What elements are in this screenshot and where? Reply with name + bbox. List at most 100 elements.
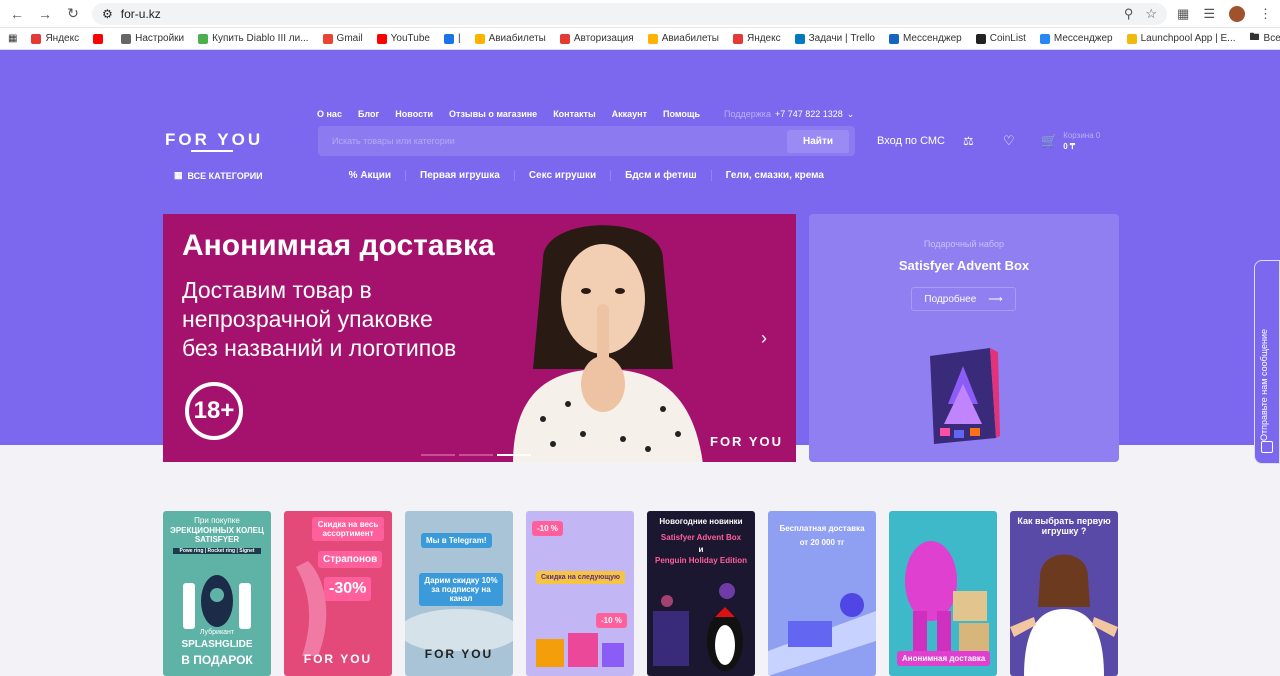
apps-icon[interactable]: ▦: [8, 33, 17, 44]
top-nav: О нас Блог Новости Отзывы о магазине Контакт…: [317, 109, 700, 119]
url-text: for-u.kz: [120, 6, 161, 21]
hero-banner[interactable]: Анонимная доставка Доставим товар в непр…: [163, 214, 796, 462]
bookmark-item[interactable]: Мессенджер: [1039, 33, 1113, 44]
slider-dot[interactable]: [459, 454, 493, 456]
support-phone[interactable]: Поддержка +7 747 822 1328 ⌄: [724, 109, 854, 120]
bookmark-item[interactable]: CoinList: [975, 33, 1026, 44]
tab-search-icon[interactable]: ☰: [1203, 6, 1215, 22]
top-nav-link[interactable]: Контакты: [553, 109, 595, 119]
bookmark-favicon-icon: [376, 33, 387, 44]
all-categories-button[interactable]: ▦ ВСЕ КАТЕГОРИИ: [174, 170, 263, 181]
bookmark-item[interactable]: Авиабилеты: [474, 33, 546, 44]
top-nav-link[interactable]: Помощь: [663, 109, 700, 119]
folder-icon: 🖿: [1249, 32, 1260, 43]
category-link[interactable]: Первая игрушка: [406, 170, 515, 181]
bookmark-item[interactable]: Launchpool App | E...: [1126, 33, 1236, 44]
promo-card[interactable]: Подарочный набор Satisfyer Advent Box По…: [809, 214, 1119, 462]
bookmark-favicon-icon: [1039, 33, 1050, 44]
story-card[interactable]: Как выбрать первую игрушку ?: [1010, 511, 1118, 676]
age-restriction-badge: 18+: [185, 382, 243, 440]
key-icon[interactable]: ⚲: [1124, 6, 1134, 22]
bookmark-item[interactable]: Мессенджер: [888, 33, 962, 44]
story-card[interactable]: -10 % Скидка на следующую -10 %: [526, 511, 634, 676]
bookmark-favicon-icon: [794, 33, 805, 44]
top-nav-link[interactable]: Новости: [395, 109, 433, 119]
address-bar[interactable]: ⚙ for-u.kz ⚲ ☆: [92, 2, 1168, 25]
advent-box-image: [930, 348, 1000, 444]
promo-caption: Подарочный набор: [923, 239, 1005, 249]
category-link[interactable]: Секс игрушки: [515, 170, 612, 181]
star-icon[interactable]: ☆: [1145, 6, 1157, 22]
story-card[interactable]: Новогодние новинки Satisfyer Advent Box …: [647, 511, 755, 676]
story-card[interactable]: Мы в Telegram! Дарим скидку 10% за подпи…: [405, 511, 513, 676]
story-card[interactable]: При покупке ЭРЕКЦИОННЫХ КОЛЕЦ SATISFYER …: [163, 511, 271, 676]
promo-title: Satisfyer Advent Box: [898, 258, 1030, 273]
product-ring-image: [183, 575, 251, 629]
profile-avatar[interactable]: [1229, 5, 1245, 22]
browser-toolbar: ← → ↻ ⚙ for-u.kz ⚲ ☆ ▦ ☰ ⋮: [0, 0, 1280, 28]
login-link[interactable]: Вход по СМС: [877, 135, 945, 147]
story-card[interactable]: Анонимная доставка: [889, 511, 997, 676]
chat-widget-label: Отправьте нам сообщение: [1259, 328, 1269, 441]
bookmark-item[interactable]: Авторизация: [559, 33, 634, 44]
bookmark-item[interactable]: [93, 33, 107, 44]
slider-dot[interactable]: [421, 454, 455, 456]
bookmark-item[interactable]: |: [443, 33, 461, 44]
category-link[interactable]: % Акции: [335, 170, 406, 181]
bookmark-favicon-icon: [647, 33, 658, 44]
chat-widget[interactable]: Отправьте нам сообщение: [1254, 260, 1280, 464]
category-link[interactable]: Гели, смазки, крема: [712, 170, 838, 181]
bookmark-item[interactable]: Gmail: [322, 33, 363, 44]
category-link[interactable]: Бдсм и фетиш: [611, 170, 712, 181]
top-nav-link[interactable]: О нас: [317, 109, 342, 119]
bookmark-favicon-icon: [888, 33, 899, 44]
search-bar[interactable]: Искать товары или категории Найти: [318, 126, 855, 156]
bookmarks-bar: ▦ Яндекс Настройки Купить Diablo III ли...…: [0, 28, 1280, 50]
banner-woman-image: [513, 225, 703, 462]
grid-icon: ▦: [174, 170, 183, 180]
back-icon[interactable]: ←: [8, 5, 26, 23]
product-image: [296, 561, 327, 656]
decorative-shape: [405, 609, 513, 651]
search-button[interactable]: Найти: [787, 129, 849, 153]
cart-icon: 🛒: [1041, 133, 1058, 148]
forward-icon[interactable]: →: [36, 5, 54, 23]
bookmark-item[interactable]: Яндекс: [732, 33, 781, 44]
heart-icon[interactable]: ♡: [1003, 133, 1015, 149]
woman-illustration: [1010, 554, 1118, 676]
bookmark-item[interactable]: Настройки: [121, 33, 184, 44]
banner-subtitle: Доставим товар в непрозрачной упаковке б…: [182, 277, 457, 361]
more-button[interactable]: Подробнее ⟶: [911, 287, 1016, 311]
chat-icon: [1261, 441, 1273, 453]
bookmark-item[interactable]: Задачи | Trello: [794, 33, 875, 44]
site-logo[interactable]: FOR YOU: [165, 130, 263, 150]
compare-icon[interactable]: ⚖: [963, 134, 974, 148]
bookmark-item[interactable]: Авиабилеты: [647, 33, 719, 44]
top-nav-link[interactable]: Отзывы о магазине: [449, 109, 537, 119]
search-input[interactable]: Искать товары или категории: [332, 136, 787, 146]
banner-brand: FOR YOU: [710, 434, 783, 449]
bookmark-favicon-icon: [121, 33, 132, 44]
top-nav-link[interactable]: Аккаунт: [612, 109, 647, 119]
bookmark-item[interactable]: Яндекс: [31, 33, 79, 44]
top-nav-link[interactable]: Блог: [358, 109, 379, 119]
extensions-icon[interactable]: ▦: [1177, 6, 1189, 22]
reload-icon[interactable]: ↻: [64, 5, 82, 23]
bookmark-favicon-icon: [474, 33, 485, 44]
site-info-icon[interactable]: ⚙: [102, 7, 113, 21]
slider-dots[interactable]: [421, 454, 531, 456]
cart[interactable]: 🛒 Корзина 0 0 ₸: [1041, 130, 1100, 152]
bookmark-item[interactable]: YouTube: [376, 33, 430, 44]
story-card[interactable]: Скидка на весь ассортимент Страпонов -30…: [284, 511, 392, 676]
slider-dot-active[interactable]: [497, 454, 531, 456]
menu-icon[interactable]: ⋮: [1259, 6, 1272, 22]
bookmarks-folder[interactable]: 🖿 Все закладки: [1250, 30, 1280, 47]
bookmark-item[interactable]: Купить Diablo III ли...: [198, 33, 309, 44]
products-image: [653, 583, 743, 671]
story-card[interactable]: Бесплатная доставка от 20 000 тг: [768, 511, 876, 676]
bookmark-favicon-icon: [322, 33, 333, 44]
bookmark-favicon-icon: [31, 33, 42, 44]
bookmark-favicon-icon: [975, 33, 986, 44]
chevron-right-icon[interactable]: ›: [761, 328, 767, 349]
bookmark-favicon-icon: [198, 33, 209, 44]
